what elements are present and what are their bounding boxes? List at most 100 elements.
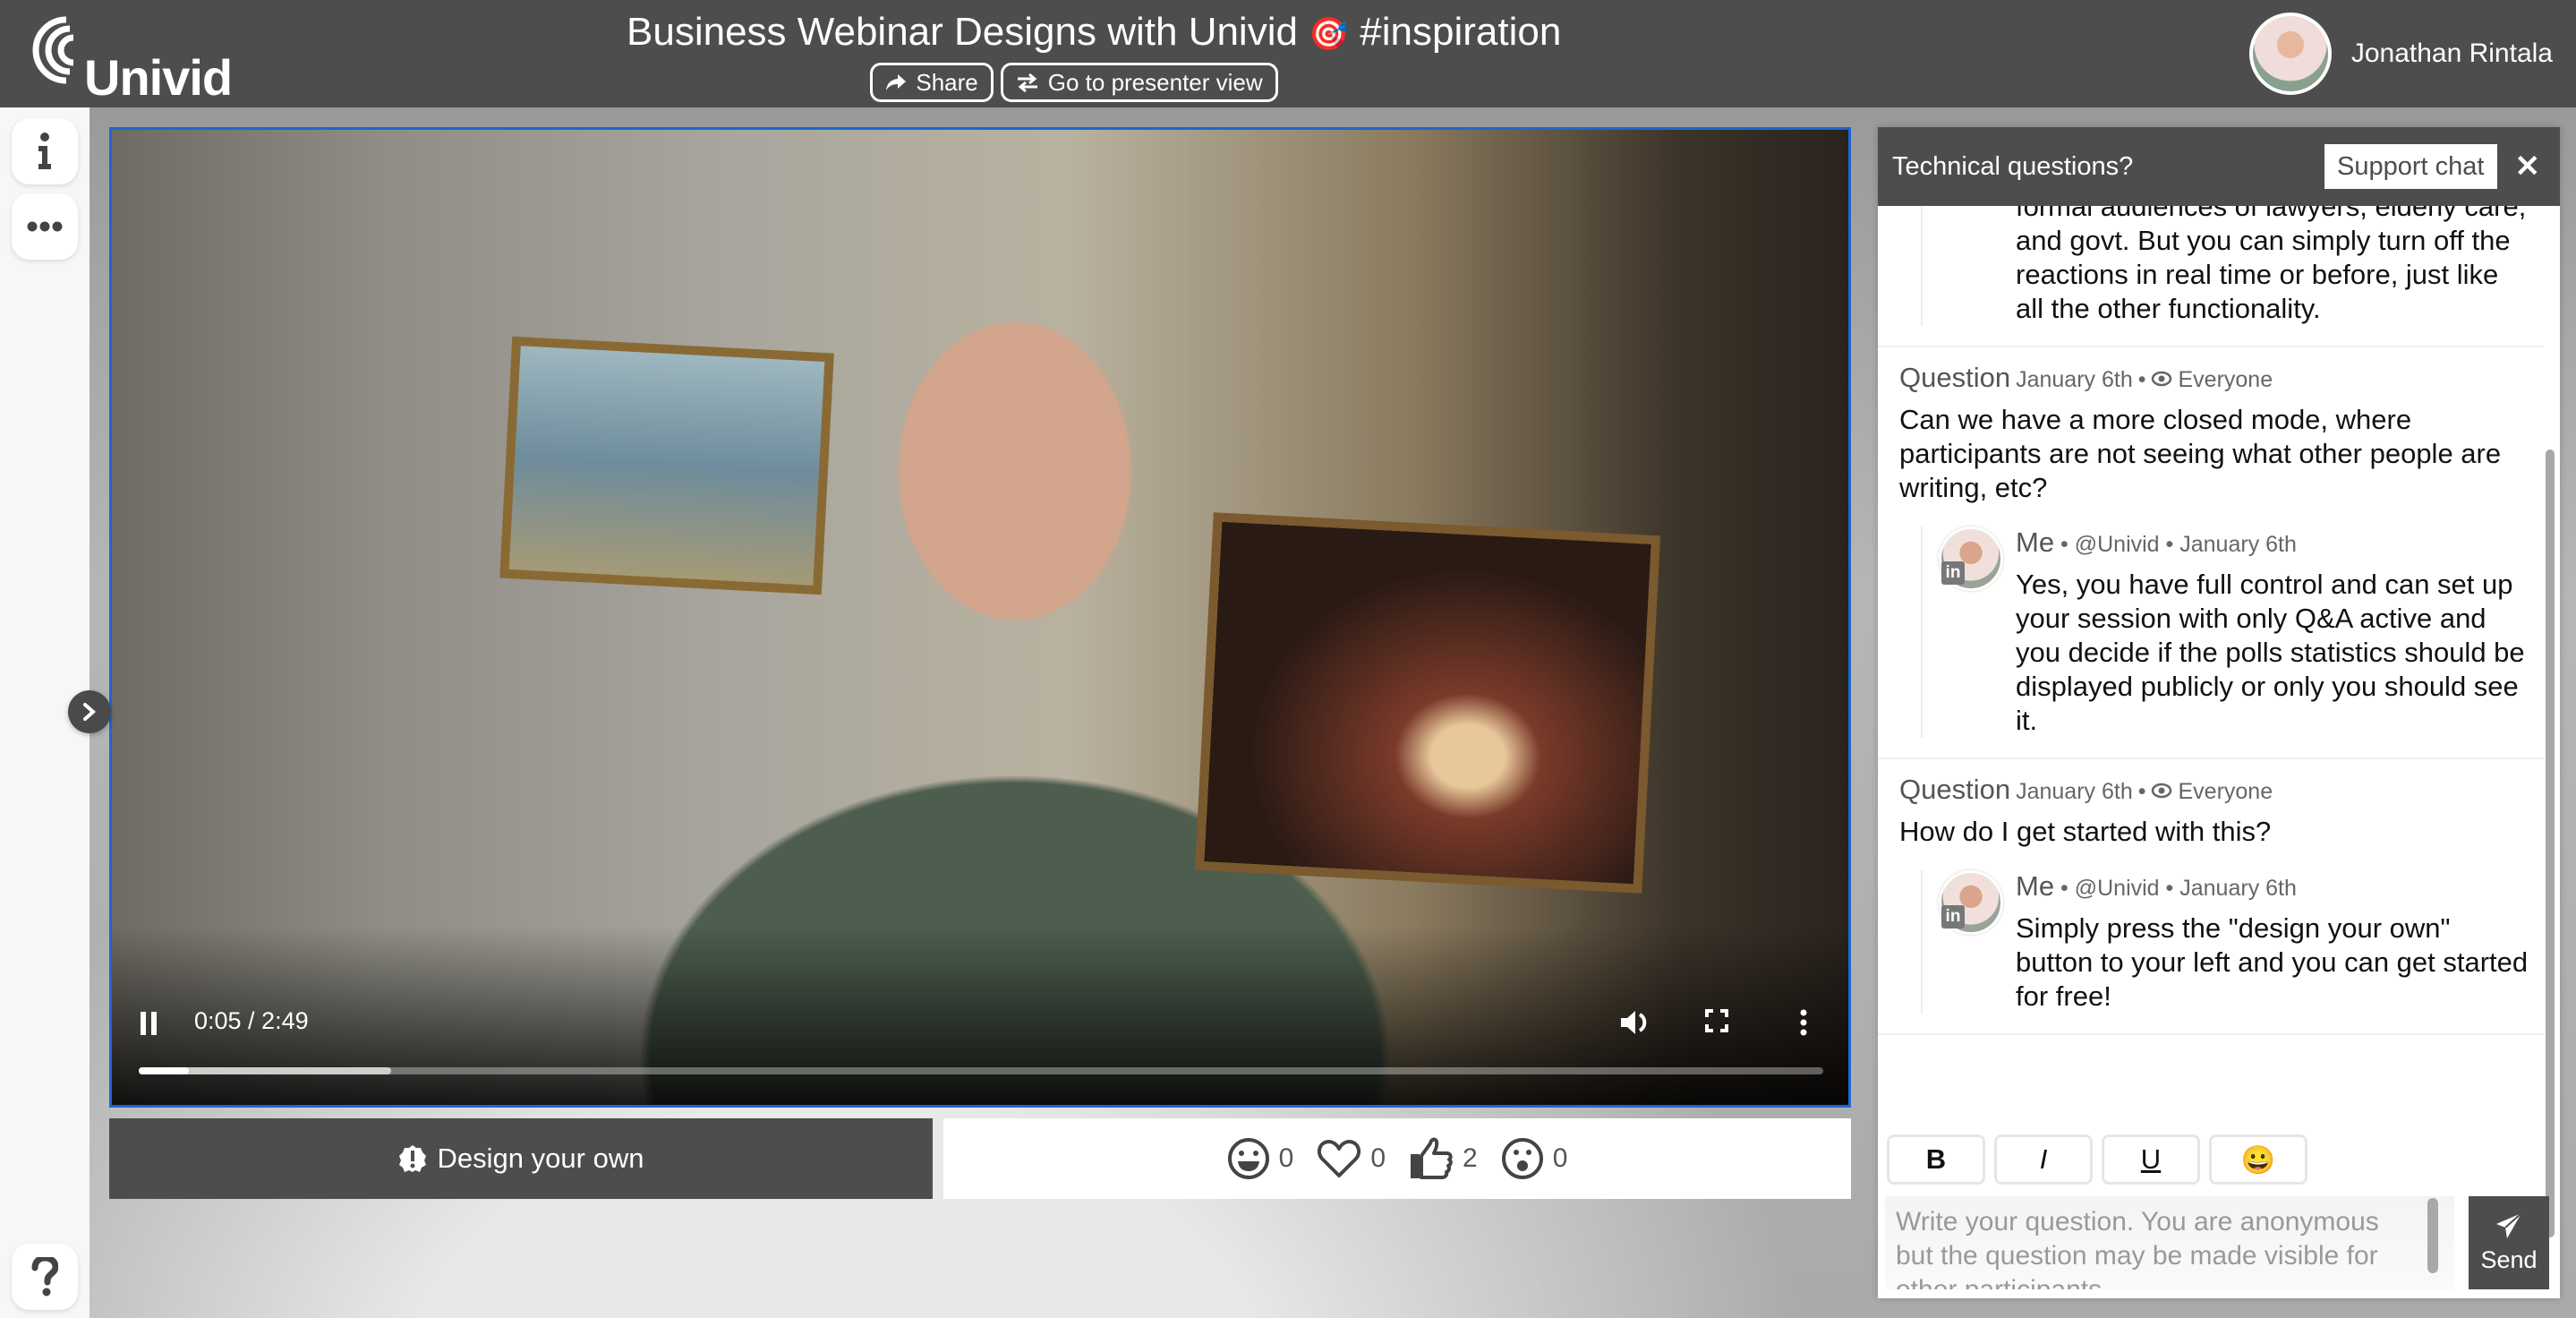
help-button[interactable] bbox=[12, 1244, 78, 1310]
share-button[interactable]: Share bbox=[870, 63, 994, 102]
more-vertical-icon[interactable] bbox=[1799, 1009, 1808, 1036]
surprised-face-icon bbox=[1501, 1138, 1543, 1179]
italic-button[interactable]: I bbox=[1994, 1134, 2093, 1185]
video-played-fill bbox=[139, 1067, 190, 1074]
reply: in Me • @Univid • January 6th Simply pre… bbox=[1921, 870, 2529, 1014]
user-name: Jonathan Rintala bbox=[2350, 39, 2553, 68]
linkedin-icon: in bbox=[1941, 905, 1965, 929]
info-button[interactable] bbox=[12, 118, 78, 184]
question-icon bbox=[31, 1257, 58, 1297]
send-label: Send bbox=[2480, 1245, 2538, 1273]
video-frame-painting bbox=[499, 336, 834, 595]
input-scrollbar[interactable] bbox=[2427, 1198, 2438, 1273]
title-text: Business Webinar Designs with Univid bbox=[627, 10, 1298, 54]
reply-meta: Me • @Univid • January 6th bbox=[2016, 870, 2297, 902]
reply-text: Simply press the "design your own" butto… bbox=[2016, 912, 2529, 1012]
swap-arrows-icon bbox=[1017, 73, 1037, 92]
question-date: January 6th bbox=[2016, 779, 2133, 804]
underline-button[interactable]: U bbox=[2102, 1134, 2200, 1185]
page-title: Business Webinar Designs with Univid 🎯 #… bbox=[627, 7, 1561, 59]
share-arrow-icon bbox=[886, 74, 907, 90]
expand-sidebar-button[interactable] bbox=[68, 690, 111, 733]
laughing-face-icon bbox=[1227, 1138, 1269, 1179]
reply-text: Yes, you have full control and can set u… bbox=[2016, 569, 2525, 736]
logo-text: Univid bbox=[84, 49, 233, 106]
reply-date: January 6th bbox=[2179, 532, 2297, 557]
question-label: Question bbox=[1899, 362, 2011, 393]
question-date: January 6th bbox=[2016, 367, 2133, 392]
qa-chat-panel: Technical questions? Support chat ✕ form… bbox=[1878, 127, 2560, 1298]
question-input[interactable] bbox=[1885, 1196, 2454, 1289]
chat-message-list[interactable]: formal audiences of lawyers, elderly car… bbox=[1878, 206, 2544, 1101]
video-progress-bar[interactable] bbox=[139, 1067, 1823, 1074]
close-chat-button[interactable]: ✕ bbox=[2515, 149, 2541, 184]
more-button[interactable] bbox=[12, 193, 78, 260]
presenter-view-label: Go to presenter view bbox=[1047, 68, 1263, 96]
exclamation-badge-icon bbox=[398, 1145, 426, 1172]
meta-separator: • bbox=[2137, 779, 2146, 804]
presenter-view-button[interactable]: Go to presenter view bbox=[1000, 63, 1278, 102]
video-frame-fireplace bbox=[1194, 512, 1661, 894]
target-emoji-icon: 🎯 bbox=[1309, 15, 1350, 52]
reaction-laugh-count: 0 bbox=[1278, 1143, 1294, 1173]
header-buttons: Share Go to presenter view bbox=[627, 63, 1522, 102]
reaction-laugh[interactable]: 0 bbox=[1227, 1137, 1294, 1180]
paper-plane-icon bbox=[2496, 1211, 2522, 1238]
reaction-thumbs-up-count: 2 bbox=[1463, 1143, 1478, 1173]
volume-icon[interactable] bbox=[1620, 1009, 1651, 1036]
send-button[interactable]: Send bbox=[2469, 1196, 2549, 1289]
chat-entry: Question January 6th • Everyone How do I… bbox=[1878, 759, 2544, 1035]
linkedin-icon: in bbox=[1941, 561, 1965, 585]
reply: formal audiences of lawyers, elderly car… bbox=[1921, 206, 2529, 326]
fullscreen-icon[interactable] bbox=[1705, 1009, 1728, 1032]
video-player[interactable]: 0:05 / 2:49 bbox=[109, 127, 1851, 1108]
design-your-own-label: Design your own bbox=[437, 1143, 644, 1174]
reply-handle: @Univid bbox=[2074, 876, 2160, 901]
reaction-heart[interactable]: 0 bbox=[1317, 1138, 1386, 1179]
pause-icon[interactable] bbox=[139, 1012, 158, 1035]
title-area: Business Webinar Designs with Univid 🎯 #… bbox=[627, 7, 1561, 102]
thumbs-up-icon bbox=[1411, 1137, 1453, 1179]
reply-avatar: in bbox=[1939, 870, 2003, 935]
reply-meta: Me • @Univid • January 6th bbox=[2016, 526, 2297, 558]
video-controls-overlay bbox=[112, 926, 1848, 1105]
chat-entry: formal audiences of lawyers, elderly car… bbox=[1878, 206, 2544, 347]
reaction-heart-count: 0 bbox=[1370, 1143, 1386, 1173]
support-chat-button[interactable]: Support chat bbox=[2324, 144, 2497, 189]
video-time: 0:05 / 2:49 bbox=[194, 1007, 309, 1034]
eye-icon bbox=[2152, 783, 2172, 799]
univid-logo[interactable]: Univid bbox=[30, 13, 236, 106]
design-your-own-button[interactable]: Design your own bbox=[109, 1118, 933, 1199]
format-toolbar: B I U 😀 bbox=[1887, 1134, 2307, 1185]
reaction-wow[interactable]: 0 bbox=[1501, 1137, 1568, 1180]
question-text: How do I get started with this? bbox=[1899, 816, 2272, 847]
question-visibility: Everyone bbox=[2178, 367, 2273, 392]
more-horizontal-icon bbox=[27, 221, 63, 232]
chevron-right-icon bbox=[83, 703, 97, 721]
chat-entry: Question January 6th • Everyone Can we h… bbox=[1878, 347, 2544, 759]
chat-scrollbar[interactable] bbox=[2546, 449, 2555, 1237]
question-visibility: Everyone bbox=[2178, 779, 2273, 804]
question-meta: Question January 6th • Everyone bbox=[1899, 362, 2529, 394]
reply-date: January 6th bbox=[2179, 876, 2297, 901]
user-profile[interactable]: Jonathan Rintala bbox=[2248, 13, 2553, 95]
question-label: Question bbox=[1899, 774, 2011, 805]
eye-icon bbox=[2152, 371, 2172, 387]
reaction-wow-count: 0 bbox=[1552, 1143, 1568, 1173]
info-icon bbox=[38, 133, 51, 169]
question-meta: Question January 6th • Everyone bbox=[1899, 774, 2529, 806]
reply-text: formal audiences of lawyers, elderly car… bbox=[2016, 206, 2527, 324]
reply-author: Me bbox=[2016, 870, 2055, 902]
meta-separator: • bbox=[2137, 367, 2146, 392]
reaction-thumbs-up[interactable]: 2 bbox=[1409, 1136, 1478, 1181]
reply: in Me • @Univid • January 6th Yes, you h… bbox=[1921, 526, 2529, 738]
chat-header-title: Technical questions? bbox=[1892, 151, 2134, 181]
reply-handle: @Univid bbox=[2074, 532, 2160, 557]
share-label: Share bbox=[916, 68, 978, 96]
user-avatar[interactable] bbox=[2248, 13, 2332, 95]
emoji-button[interactable]: 😀 bbox=[2209, 1134, 2307, 1185]
reactions-bar: 0 0 2 0 bbox=[943, 1118, 1851, 1199]
title-hashtag: #inspiration bbox=[1360, 10, 1562, 54]
question-text: Can we have a more closed mode, where pa… bbox=[1899, 404, 2502, 503]
bold-button[interactable]: B bbox=[1887, 1134, 1985, 1185]
